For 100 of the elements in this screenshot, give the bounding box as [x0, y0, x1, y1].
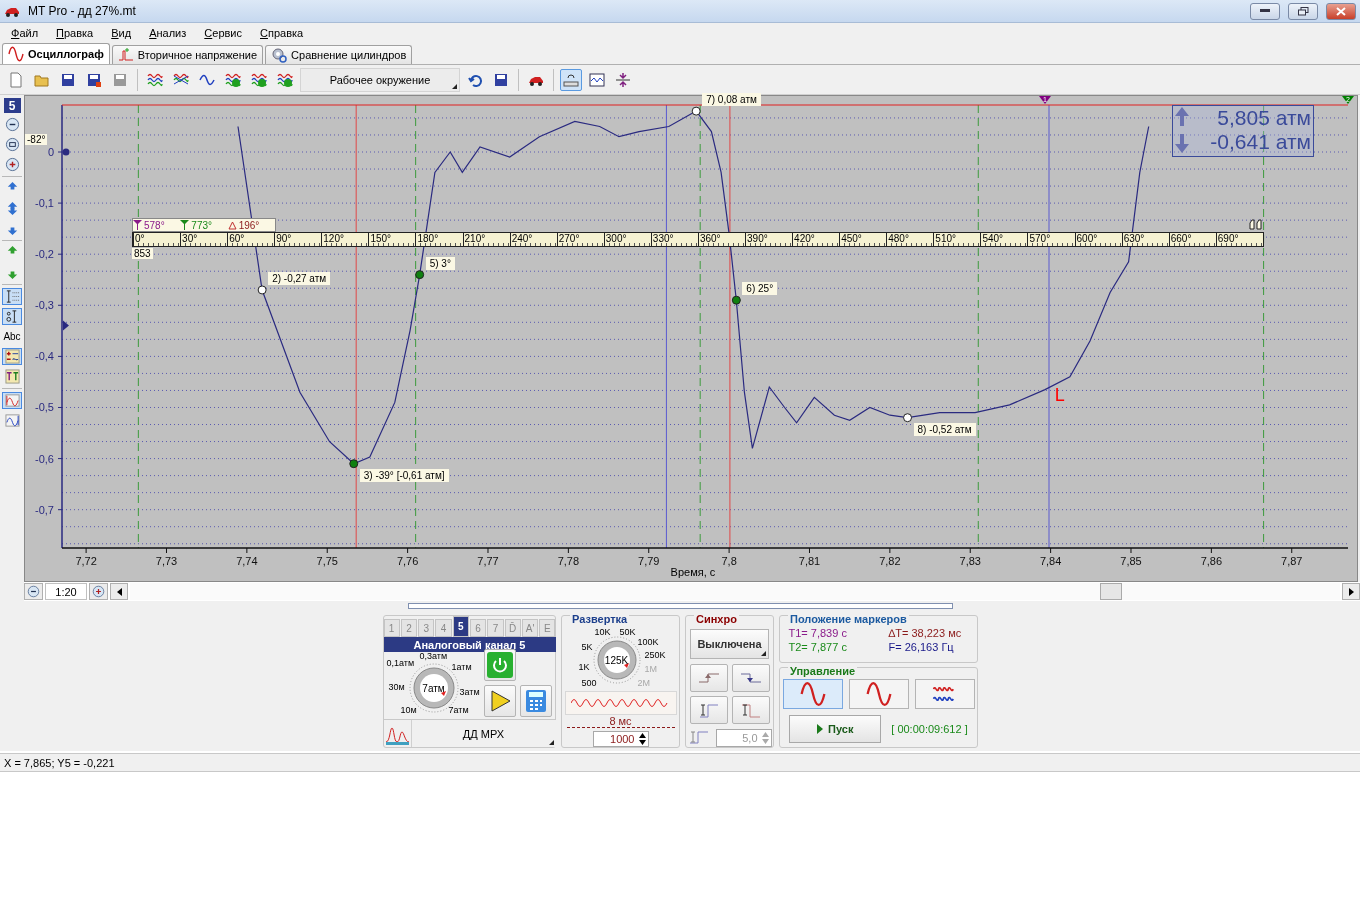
angle-label: -82° [25, 134, 48, 145]
marker-value: T2= 7,877 с [788, 641, 848, 653]
x-tick-label: 7,73 [155, 555, 178, 567]
degree-mark: 300° [603, 233, 651, 246]
x-tick-label: 7,72 [75, 555, 97, 567]
menu-item[interactable]: Правка [47, 27, 103, 39]
dial-label: 1K [578, 662, 590, 672]
start-button[interactable]: Пуск [789, 715, 882, 743]
x-tick-label: 7,83 [959, 555, 981, 567]
degree-mark: 240° [509, 233, 557, 246]
degree-mark: 540° [980, 233, 1028, 246]
menu-item[interactable]: Анализ [140, 27, 196, 39]
sweep-duration: 8 мс [566, 714, 675, 728]
x-tick-label: 7,77 [477, 555, 499, 567]
y-tick-label: -0,4 [35, 350, 54, 363]
degree-mark: 600° [1074, 233, 1122, 246]
max-value: 5,805 атм [1217, 106, 1311, 130]
group-title: Положение маркеров [788, 613, 909, 625]
tab[interactable]: Сравнение цилиндров [265, 45, 413, 64]
dial-value: 125K [604, 654, 629, 666]
dial-label: 5K [581, 642, 593, 652]
sensor-dropdown[interactable]: ДД МРХ [410, 720, 556, 747]
side-tool-button[interactable]: Abc [2, 328, 22, 345]
dial-label: 50K [619, 627, 636, 637]
dial-value: 7атм [422, 682, 445, 694]
marker-value: T1= 7,839 с [788, 627, 848, 639]
degree-mark: 60° [227, 233, 275, 246]
degree-mark: 360° [697, 233, 745, 246]
degree-mark: 30° [180, 233, 228, 246]
dial-label: 10м [400, 705, 417, 715]
x-tick-label: 7,81 [798, 555, 821, 567]
samples-spinner[interactable]: 1000 [592, 730, 649, 747]
x-tick-label: 7,75 [316, 555, 338, 567]
axis-title: Время, с [670, 566, 716, 578]
marker-value: ∆T= 38,223 мс [888, 627, 963, 639]
degree-mark: 390° [745, 233, 793, 246]
point-label: 3) -39° [-0,61 атм] [359, 468, 449, 482]
y-tick-label: -0,2 [35, 248, 54, 261]
degree-mark: 270° [556, 233, 604, 246]
channel-tab[interactable]: 5 [452, 616, 469, 637]
ruler-info: 578° 773° 196° [132, 218, 276, 232]
degree-mark: 420° [792, 233, 840, 246]
sync-mode-button[interactable]: Выключена [690, 629, 769, 659]
point-label: 5) 3° [425, 256, 455, 270]
dial-label: 3атм [459, 687, 480, 697]
y-tick-label: -0,1 [35, 197, 54, 210]
x-tick-label: 7,86 [1200, 555, 1223, 567]
degree-mark: 180° [415, 233, 463, 246]
degree-mark: 120° [321, 233, 369, 246]
x-tick-label: 7,76 [396, 555, 419, 567]
dial-label: 500 [581, 678, 597, 688]
dial-label: 2M [637, 678, 650, 688]
degree-mark: 210° [462, 233, 510, 246]
degree-mark: 690° [1215, 233, 1263, 246]
x-tick-label: 7,87 [1281, 555, 1303, 567]
y-tick-label: -0,5 [35, 401, 54, 414]
degree-mark: 510° [933, 233, 981, 246]
min-value: -0,641 атм [1210, 130, 1311, 154]
group-title: Развертка [570, 613, 630, 625]
dial-label: 30м [388, 682, 405, 692]
channel-badge: 5 [3, 98, 21, 113]
cursor-letter: L [1054, 386, 1065, 405]
channel-title: Аналоговый канал 5 [383, 637, 556, 652]
x-tick-label: 7,84 [1039, 555, 1062, 567]
scale-value: 1:20 [45, 583, 87, 600]
x-tick-label: 7,78 [557, 555, 580, 567]
tab[interactable]: Осциллограф [2, 43, 110, 64]
y-tick-label: -0,7 [35, 503, 54, 516]
point-label: 7) 0,08 атм [702, 93, 761, 107]
degree-mark: 660° [1168, 233, 1216, 246]
point-label: 2) -0,27 атм [268, 271, 331, 285]
degree-mark: 0° [133, 233, 181, 246]
marker-value: F= 26,163 Гц [888, 641, 955, 653]
y-tick-label: -0,3 [35, 299, 54, 312]
tab[interactable]: Вторичное напряжение [111, 45, 264, 64]
menu-item[interactable]: Файл [2, 27, 48, 39]
x-tick-label: 7,82 [879, 555, 901, 567]
group-title: Синхро [694, 613, 739, 625]
menu-item[interactable]: Справка [251, 27, 313, 39]
window-title: MT Pro - дд 27%.mt [28, 4, 137, 18]
menu-item[interactable]: Вид [102, 27, 141, 39]
degree-mark: 570° [1027, 233, 1075, 246]
point-label: 8) -0,52 атм [913, 422, 976, 436]
degree-mark: 630° [1121, 233, 1169, 246]
dial-label: 100K [637, 637, 659, 647]
y-tick-label: -0,6 [35, 452, 54, 465]
y-tick-label: 0 [47, 146, 54, 158]
menu-item[interactable]: Сервис [195, 27, 251, 39]
degree-mark: 90° [274, 233, 322, 246]
x-tick-label: 7,8 [721, 555, 737, 567]
degree-mark: 330° [650, 233, 698, 246]
x-tick-label: 7,79 [638, 555, 660, 567]
environment-dropdown[interactable]: Рабочее окружение [300, 67, 460, 92]
dial-label: 0,1атм [386, 658, 415, 668]
dial-label: 1атм [451, 662, 472, 672]
group-title: Управление [788, 665, 857, 677]
status-bar: X = 7,865; Y5 = -0,221 [0, 753, 1360, 772]
dial-label: 10K [594, 627, 611, 637]
point-label: 6) 25° [742, 282, 778, 296]
rpm-label: 853 [132, 248, 153, 259]
